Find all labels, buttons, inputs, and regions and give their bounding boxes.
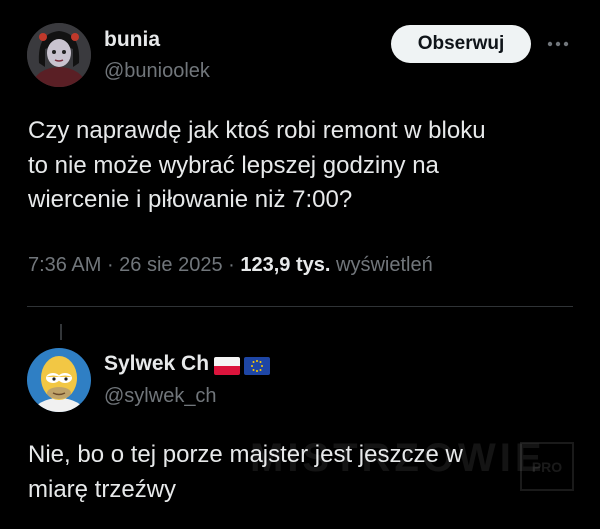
poland-flag-icon [213, 356, 240, 375]
meta-separator: · [228, 254, 241, 276]
tweet-text-line: to nie może wybrać lepszej godziny na [28, 151, 439, 179]
tweet-meta: 7:36 AM · 26 sie 2025 · 123,9 tys. wyświ… [28, 254, 433, 277]
divider [27, 306, 573, 307]
tweet-text-line: Czy naprawdę jak ktoś robi remont w blok… [28, 117, 486, 144]
tweet-time[interactable]: 7:36 AM [28, 254, 101, 276]
reply-author-row: Sylwek Ch [104, 352, 270, 376]
reply-author-handle[interactable]: @sylwek_ch [104, 385, 217, 408]
tweet-date[interactable]: 26 sie 2025 [119, 254, 222, 276]
views-label: wyświetleń [336, 254, 433, 276]
author-handle[interactable]: @bunioolek [104, 60, 210, 83]
eu-flag-icon [243, 356, 270, 375]
reply-author-avatar[interactable] [27, 348, 91, 412]
author-avatar[interactable] [27, 23, 91, 87]
tweet-text: Czy naprawdę jak ktoś robi remont w blok… [28, 114, 573, 218]
views-count: 123,9 tys. [240, 254, 331, 276]
reply-author-name[interactable]: Sylwek Ch [104, 352, 209, 375]
follow-button[interactable]: Obserwuj [391, 25, 531, 63]
tweet-text-line: wiercenie i piłowanie niż 7:00? [28, 186, 353, 213]
meta-separator: · [106, 254, 120, 276]
more-options-button[interactable] [544, 30, 572, 58]
watermark-badge: PRO [520, 442, 574, 491]
more-horizontal-icon [546, 40, 570, 48]
author-name[interactable]: bunia [104, 28, 160, 52]
watermark-text: MISTRZOWIE [250, 436, 546, 480]
thread-line [60, 324, 62, 340]
